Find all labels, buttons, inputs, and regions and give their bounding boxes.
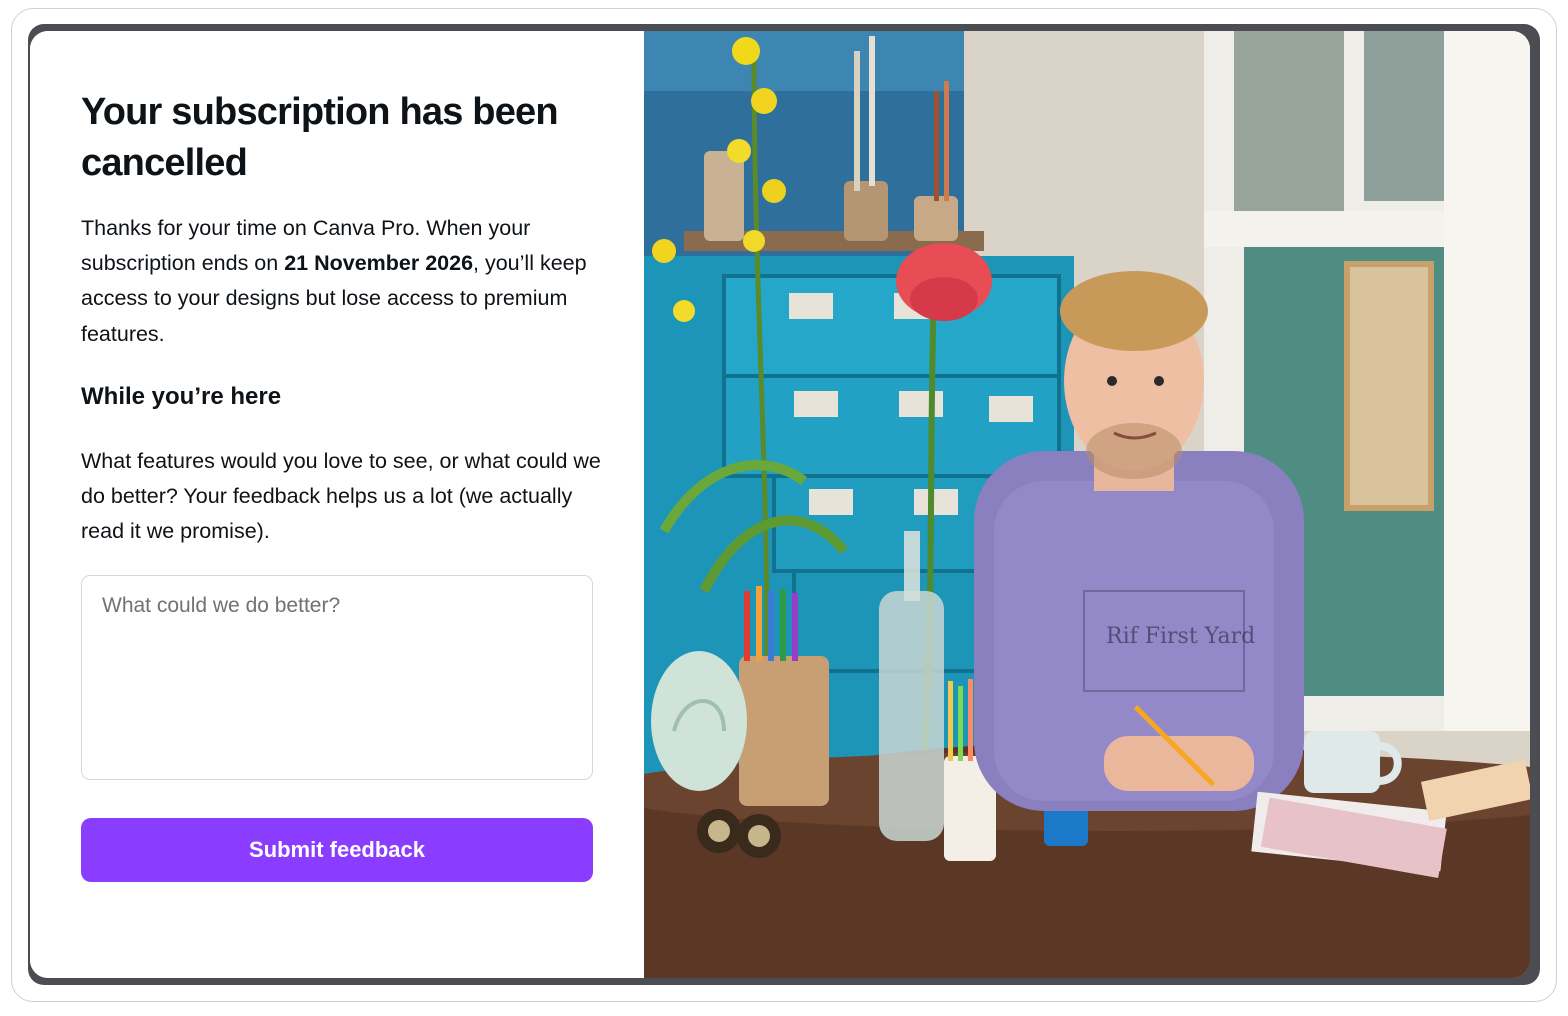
dialog-title: Your subscription has been cancelled — [81, 91, 559, 184]
hero-image: Rif First Yard — [644, 31, 1530, 978]
cancellation-dialog: Your subscription has been cancelled Tha… — [30, 31, 1530, 978]
cancellation-message: Thanks for your time on Canva Pro. When … — [81, 211, 611, 352]
feedback-textarea[interactable] — [81, 575, 593, 780]
studio-photo: Rif First Yard — [644, 31, 1530, 978]
subscription-end-date: 21 November 2026 — [284, 251, 474, 276]
feedback-prompt: What features would you love to see, or … — [81, 449, 601, 544]
sweatshirt-print: Rif First Yard — [1106, 624, 1255, 649]
submit-feedback-button[interactable]: Submit feedback — [81, 818, 593, 882]
dialog-content-panel: Your subscription has been cancelled Tha… — [30, 31, 644, 978]
section-heading: While you’re here — [81, 383, 282, 410]
